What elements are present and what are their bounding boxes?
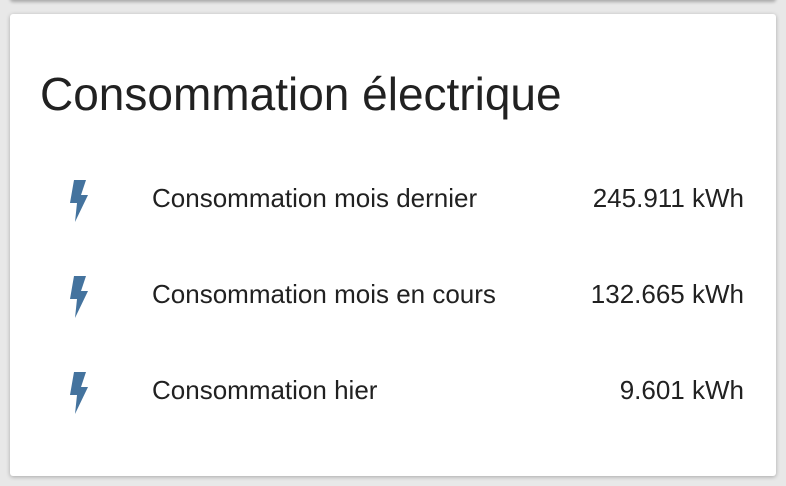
energy-entities-card: Consommation électrique Consommation moi… [10,14,776,476]
entity-row-current-month[interactable]: Consommation mois en cours 132.665 kWh [10,246,776,342]
entity-row-last-month[interactable]: Consommation mois dernier 245.911 kWh [10,150,776,246]
entity-name: Consommation mois dernier [152,183,478,213]
entity-state: 9.601 kWh [619,375,744,405]
entity-name: Consommation mois en cours [152,279,496,309]
entity-row-yesterday[interactable]: Consommation hier 9.601 kWh [10,342,776,438]
card-title: Consommation électrique [40,68,562,120]
flash-icon [66,372,92,414]
flash-icon [66,180,92,222]
entity-list: Consommation mois dernier 245.911 kWh Co… [10,150,776,438]
entity-state: 132.665 kWh [590,279,744,309]
entity-state: 245.911 kWh [592,183,744,213]
flash-icon [66,276,92,318]
entity-name: Consommation hier [152,375,378,405]
